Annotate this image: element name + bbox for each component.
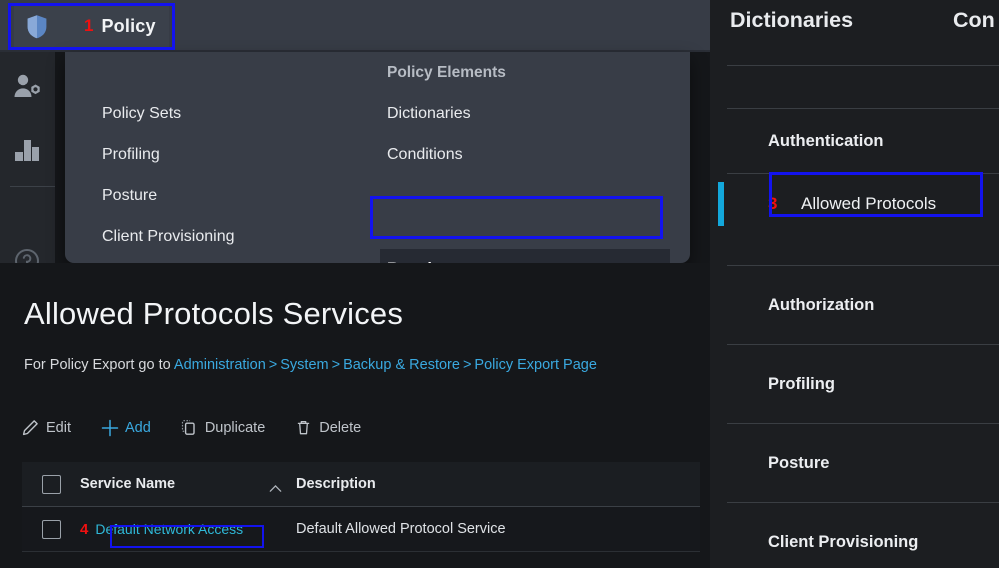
right-panel-section-authorization[interactable]: Authorization	[727, 266, 999, 345]
table-header-row: Service Name Description	[22, 462, 700, 507]
policy-elements-heading: Policy Elements	[387, 63, 506, 81]
menu-item-profiling[interactable]: Profiling	[102, 134, 235, 175]
tab-conditions[interactable]: Con	[953, 8, 995, 33]
row-select-cell[interactable]	[22, 519, 80, 539]
right-panel: Dictionaries Con Authentication 3 Allowe…	[710, 0, 999, 568]
rail-divider	[10, 186, 55, 187]
right-panel-tabs: Dictionaries Con	[710, 0, 999, 66]
chevron-up-icon[interactable]	[269, 480, 282, 492]
delete-button-label: Delete	[319, 419, 362, 436]
add-button[interactable]: Add	[101, 419, 151, 437]
duplicate-button-label: Duplicate	[204, 419, 266, 436]
bar-chart-icon[interactable]	[9, 132, 45, 168]
trash-icon	[295, 419, 312, 436]
duplicate-button[interactable]: Duplicate	[181, 419, 265, 436]
active-indicator-bar	[718, 182, 724, 226]
delete-button[interactable]: Delete	[295, 419, 361, 436]
main-content: Allowed Protocols Services For Policy Ex…	[0, 263, 710, 568]
menu-item-dictionaries[interactable]: Dictionaries	[387, 93, 506, 134]
section-label-authorization: Authorization	[768, 295, 875, 314]
shield-icon	[26, 14, 48, 39]
breadcrumb-separator: >	[331, 357, 341, 373]
breadcrumb-prefix: For Policy Export go to	[24, 357, 174, 373]
table-row[interactable]: 4 Default Network Access Default Allowed…	[22, 507, 700, 552]
breadcrumb-link-backup-restore[interactable]: Backup & Restore	[343, 357, 460, 373]
pencil-icon	[22, 419, 39, 436]
menu-item-conditions[interactable]: Conditions	[387, 134, 506, 175]
dropdown-left-column: Policy Sets Profiling Posture Client Pro…	[102, 52, 235, 257]
right-panel-section-profiling[interactable]: Profiling	[727, 345, 999, 424]
dropdown-right-column: Policy Elements Dictionaries Conditions	[387, 52, 506, 175]
cell-service-name: 4 Default Network Access	[80, 521, 296, 538]
column-header-service-name[interactable]: Service Name	[80, 476, 296, 492]
copy-icon	[181, 419, 198, 436]
section-label-client-provisioning: Client Provisioning	[768, 532, 919, 551]
page-title: Allowed Protocols Services	[24, 296, 404, 331]
section-label-authentication: Authentication	[768, 131, 884, 150]
menu-item-client-provisioning[interactable]: Client Provisioning	[102, 216, 235, 257]
menu-item-posture[interactable]: Posture	[102, 175, 235, 216]
row-checkbox[interactable]	[41, 519, 61, 539]
right-panel-section-client-provisioning[interactable]: Client Provisioning	[727, 503, 999, 568]
service-name-link[interactable]: Default Network Access	[95, 521, 243, 537]
table-toolbar: Edit Add Duplicate Delete	[22, 419, 361, 437]
right-panel-subitem-spacer	[727, 234, 999, 266]
edit-button[interactable]: Edit	[22, 419, 71, 436]
breadcrumb-link-administration[interactable]: Administration	[174, 357, 266, 373]
breadcrumb: For Policy Export go to Administration > S…	[24, 357, 597, 373]
select-all-checkbox[interactable]	[41, 474, 61, 494]
allowed-protocols-annotation-number: 3	[768, 194, 778, 213]
description-text: Default Allowed Protocol Service	[296, 521, 506, 537]
breadcrumb-link-policy-export-page[interactable]: Policy Export Page	[474, 357, 597, 373]
breadcrumb-link-system[interactable]: System	[280, 357, 328, 373]
row-annotation-number: 4	[80, 520, 89, 538]
right-panel-section-authentication[interactable]: Authentication	[727, 109, 999, 174]
breadcrumb-separator: >	[462, 357, 472, 373]
services-table: Service Name Description 4 Default Netwo…	[22, 462, 700, 552]
breadcrumb-separator: >	[268, 357, 278, 373]
right-panel-section-posture[interactable]: Posture	[727, 424, 999, 503]
top-navigation-bar: 1 Policy	[0, 0, 710, 52]
tab-dictionaries[interactable]: Dictionaries	[730, 8, 853, 33]
right-panel-item-allowed-protocols[interactable]: 3 Allowed Protocols	[718, 174, 999, 234]
policy-menu-tab[interactable]: 1 Policy	[14, 5, 169, 47]
screen-root: 1 Policy Policy Sets Profiling Posture C…	[0, 0, 999, 568]
column-header-description-label: Description	[296, 476, 376, 492]
column-header-description[interactable]: Description	[296, 475, 700, 493]
section-label-profiling: Profiling	[768, 374, 835, 393]
policy-tab-label: Policy	[101, 15, 156, 36]
select-all-cell[interactable]	[22, 474, 80, 494]
right-panel-blank-row	[727, 66, 999, 109]
allowed-protocols-label: Allowed Protocols	[801, 194, 937, 213]
edit-button-label: Edit	[46, 419, 71, 436]
policy-annotation-number: 1	[84, 16, 94, 35]
add-button-label: Add	[125, 419, 151, 436]
section-label-posture: Posture	[768, 453, 830, 472]
menu-item-policy-sets[interactable]: Policy Sets	[102, 93, 235, 134]
column-header-service-name-label: Service Name	[80, 476, 176, 492]
cell-description: Default Allowed Protocol Service	[296, 520, 700, 538]
plus-icon	[101, 419, 119, 437]
policy-dropdown-menu: Policy Sets Profiling Posture Client Pro…	[65, 52, 690, 290]
user-admin-icon[interactable]	[9, 68, 45, 104]
